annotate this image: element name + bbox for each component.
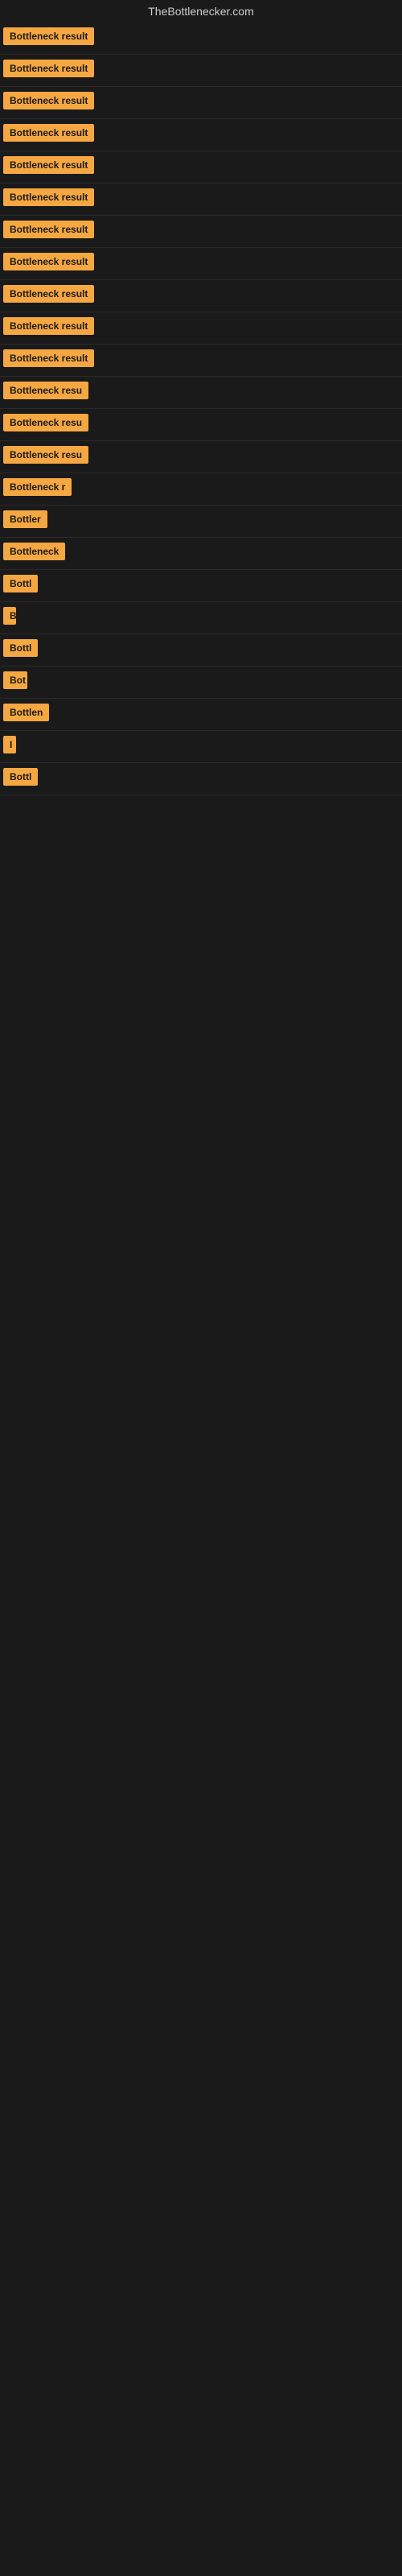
bottleneck-badge[interactable]: Bottleneck result — [3, 92, 94, 109]
bottleneck-badge[interactable]: Bottleneck result — [3, 285, 94, 303]
result-row: Bottl — [0, 763, 402, 795]
result-row: Bottleneck result — [0, 248, 402, 280]
bottleneck-badge[interactable]: Bottleneck result — [3, 188, 94, 206]
bottleneck-badge[interactable]: Bottleneck resu — [3, 414, 88, 431]
result-row: B — [0, 602, 402, 634]
result-row: Bottler — [0, 506, 402, 538]
result-row: Bottleneck result — [0, 23, 402, 55]
bottleneck-badge[interactable]: Bottleneck result — [3, 124, 94, 142]
bottleneck-badge[interactable]: Bottleneck — [3, 543, 65, 560]
result-row: Bottleneck result — [0, 312, 402, 345]
bottleneck-badge[interactable]: Bottleneck resu — [3, 382, 88, 399]
result-row: Bottleneck result — [0, 280, 402, 312]
result-row: Bottleneck resu — [0, 441, 402, 473]
bottleneck-badge[interactable]: Bottleneck result — [3, 317, 94, 335]
bottleneck-badge[interactable]: Bottler — [3, 510, 47, 528]
bottleneck-badge[interactable]: Bottl — [3, 768, 38, 786]
result-row: Bottleneck resu — [0, 409, 402, 441]
result-row: Bottlen — [0, 699, 402, 731]
result-row: Bottleneck result — [0, 119, 402, 151]
site-title: TheBottlenecker.com — [0, 0, 402, 23]
bottleneck-badge[interactable]: Bot — [3, 671, 27, 689]
result-row: Bottl — [0, 634, 402, 667]
bottleneck-badge[interactable]: Bottleneck resu — [3, 446, 88, 464]
results-container: Bottleneck result Bottleneck result Bottle… — [0, 23, 402, 795]
result-row: Bottleneck result — [0, 87, 402, 119]
bottleneck-badge[interactable]: Bottleneck result — [3, 253, 94, 270]
bottleneck-badge[interactable]: B — [3, 607, 16, 625]
result-row: Bottleneck result — [0, 216, 402, 248]
bottleneck-badge[interactable]: Bottleneck result — [3, 156, 94, 174]
result-row: Bottleneck — [0, 538, 402, 570]
bottleneck-badge[interactable]: Bottleneck result — [3, 221, 94, 238]
bottleneck-badge[interactable]: Bottleneck r — [3, 478, 72, 496]
bottleneck-badge[interactable]: Bottl — [3, 575, 38, 592]
result-row: Bottleneck r — [0, 473, 402, 506]
result-row: Bottleneck result — [0, 345, 402, 377]
result-row: Bottleneck result — [0, 184, 402, 216]
bottleneck-badge[interactable]: Bottleneck result — [3, 27, 94, 45]
result-row: Bot — [0, 667, 402, 699]
result-row: Bottleneck result — [0, 55, 402, 87]
bottleneck-badge[interactable]: Bottlen — [3, 704, 49, 721]
result-row: Bottleneck resu — [0, 377, 402, 409]
result-row: I — [0, 731, 402, 763]
site-title-bar: TheBottlenecker.com — [0, 0, 402, 23]
bottleneck-badge[interactable]: Bottleneck result — [3, 60, 94, 77]
bottleneck-badge[interactable]: Bottl — [3, 639, 38, 657]
bottleneck-badge[interactable]: Bottleneck result — [3, 349, 94, 367]
result-row: Bottleneck result — [0, 151, 402, 184]
result-row: Bottl — [0, 570, 402, 602]
bottleneck-badge[interactable]: I — [3, 736, 16, 753]
